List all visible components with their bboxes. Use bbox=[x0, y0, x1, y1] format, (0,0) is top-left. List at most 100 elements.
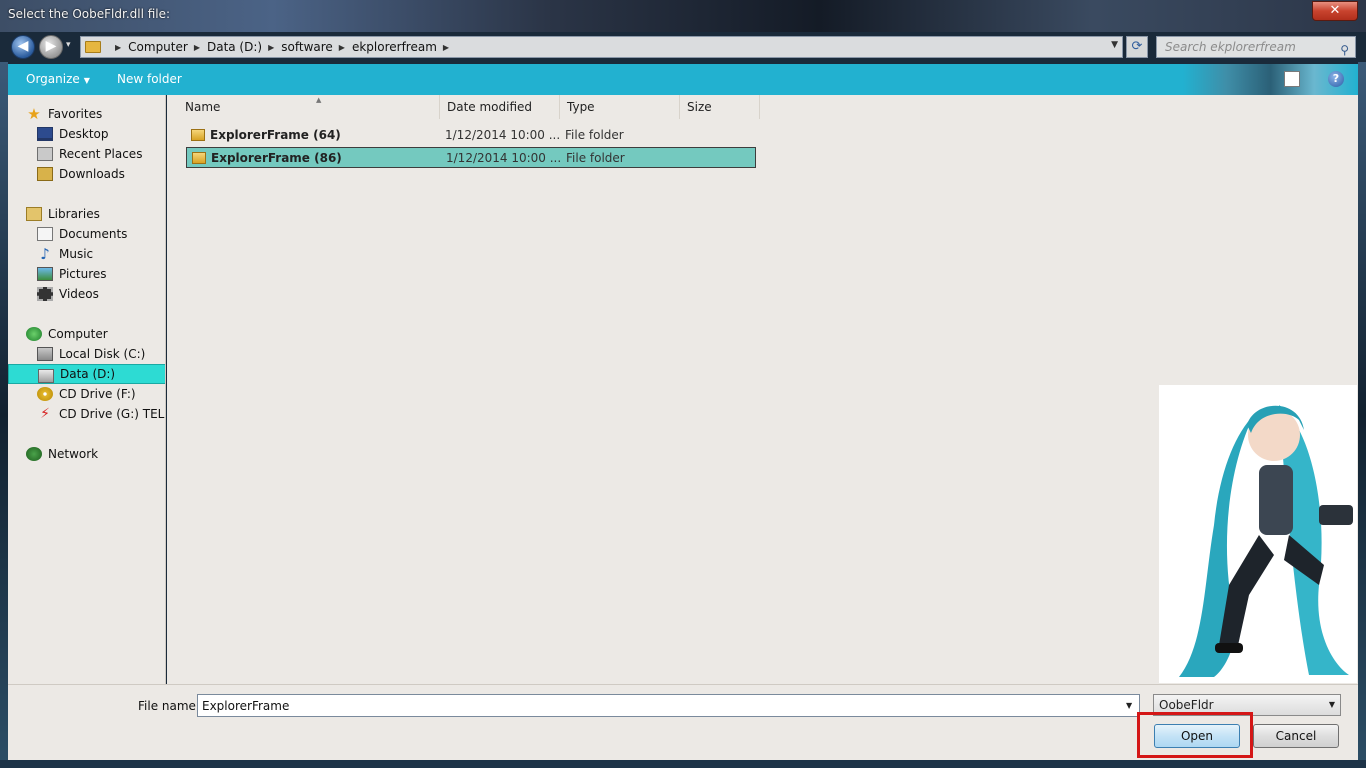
table-row[interactable]: ExplorerFrame (86) 1/12/2014 10:00 ... F… bbox=[186, 147, 756, 168]
sidebar-item-label: CD Drive (G:) TELI bbox=[59, 407, 166, 421]
window-title: Select the OobeFldr.dll file: bbox=[8, 7, 171, 21]
sidebar-item-desktop[interactable]: Desktop bbox=[8, 124, 165, 144]
sidebar-item-label: Music bbox=[59, 247, 94, 261]
navigation-pane[interactable]: ★ Favorites Desktop Recent Places Downlo… bbox=[8, 95, 166, 684]
help-icon[interactable]: ? bbox=[1328, 71, 1344, 87]
cancel-button[interactable]: Cancel bbox=[1253, 724, 1339, 748]
command-toolbar: Organize ▼ New folder ? bbox=[8, 64, 1358, 95]
back-button[interactable]: ◀ bbox=[11, 35, 35, 59]
chevron-right-icon[interactable]: ▶ bbox=[194, 43, 200, 52]
sidebar-item-computer[interactable]: Computer bbox=[8, 324, 165, 344]
sidebar-item-label: Data (D:) bbox=[60, 367, 116, 381]
cd-drive-icon bbox=[37, 387, 53, 401]
sidebar-item-label: Pictures bbox=[59, 267, 107, 281]
file-name-input[interactable] bbox=[197, 694, 1140, 717]
column-header-label: Type bbox=[567, 100, 595, 114]
chevron-right-icon[interactable]: ▶ bbox=[443, 43, 449, 52]
favorites-group: ★ Favorites Desktop Recent Places Downlo… bbox=[8, 104, 165, 184]
breadcrumb-computer[interactable]: Computer bbox=[128, 40, 188, 54]
chevron-right-icon[interactable]: ▶ bbox=[339, 43, 345, 52]
address-dropdown-icon[interactable]: ▼ bbox=[1111, 40, 1118, 50]
sidebar-item-cd-drive-f[interactable]: CD Drive (F:) bbox=[8, 384, 165, 404]
column-header-type[interactable]: Type bbox=[560, 95, 680, 119]
sidebar-item-label: Favorites bbox=[48, 107, 103, 121]
dialog-footer: File name: ▼ OobeFldr ▼ Open Cancel bbox=[8, 684, 1358, 760]
column-header-label: Size bbox=[687, 100, 712, 114]
desktop-icon bbox=[37, 127, 53, 141]
pictures-icon bbox=[37, 267, 53, 281]
hard-drive-icon bbox=[38, 369, 54, 383]
music-note-icon: ♪ bbox=[40, 245, 50, 263]
sidebar-item-label: Desktop bbox=[59, 127, 109, 141]
search-icon[interactable]: ⚲ bbox=[1340, 40, 1349, 60]
sidebar-item-recent-places[interactable]: Recent Places bbox=[8, 144, 165, 164]
file-list-pane[interactable]: Name ▲ Date modified Type Size ExplorerF… bbox=[167, 95, 1358, 684]
sidebar-item-videos[interactable]: Videos bbox=[8, 284, 165, 304]
column-header-date-modified[interactable]: Date modified bbox=[440, 95, 560, 119]
refresh-button[interactable]: ⟳ bbox=[1126, 36, 1148, 58]
window-frame-bottom bbox=[0, 760, 1366, 768]
sidebar-item-label: Local Disk (C:) bbox=[59, 347, 146, 361]
sort-ascending-icon: ▲ bbox=[316, 96, 322, 104]
cd-drive-autoplay-icon: ⚡ bbox=[40, 406, 50, 422]
column-header-name[interactable]: Name ▲ bbox=[178, 95, 440, 119]
breadcrumb-software[interactable]: software bbox=[281, 40, 333, 54]
sidebar-item-libraries[interactable]: Libraries bbox=[8, 204, 165, 224]
sidebar-item-music[interactable]: ♪ Music bbox=[8, 244, 165, 264]
address-bar[interactable]: ▶ Computer ▶ Data (D:) ▶ software ▶ ekpl… bbox=[80, 36, 1123, 58]
column-header-label: Date modified bbox=[447, 100, 533, 114]
chevron-right-icon[interactable]: ▶ bbox=[268, 43, 274, 52]
breadcrumb: ▶ Computer ▶ Data (D:) ▶ software ▶ ekpl… bbox=[109, 40, 456, 54]
sidebar-item-cd-drive-g[interactable]: ⚡ CD Drive (G:) TELI bbox=[8, 404, 166, 424]
title-bar: Select the OobeFldr.dll file: ✕ bbox=[0, 0, 1366, 32]
sidebar-item-label: Downloads bbox=[59, 167, 125, 181]
film-strip-icon bbox=[37, 287, 53, 301]
recent-pages-dropdown[interactable]: ▾ bbox=[66, 40, 71, 50]
sidebar-item-downloads[interactable]: Downloads bbox=[8, 164, 165, 184]
forward-button[interactable]: ▶ bbox=[39, 35, 63, 59]
window-frame-right bbox=[1358, 62, 1366, 768]
refresh-icon: ⟳ bbox=[1131, 39, 1143, 54]
sidebar-item-label: Documents bbox=[59, 227, 128, 241]
computer-group: Computer Local Disk (C:) Data (D:) CD Dr… bbox=[8, 324, 166, 424]
chevron-right-icon[interactable]: ▶ bbox=[115, 43, 121, 52]
type-cell: File folder bbox=[566, 151, 625, 165]
star-icon: ★ bbox=[27, 105, 41, 123]
chevron-down-icon[interactable]: ▼ bbox=[1126, 701, 1132, 710]
back-arrow-icon: ◀ bbox=[17, 38, 29, 54]
breadcrumb-data-d[interactable]: Data (D:) bbox=[207, 40, 262, 54]
recent-places-icon bbox=[37, 147, 53, 161]
sidebar-item-label: Recent Places bbox=[59, 147, 143, 161]
search-box[interactable]: ⚲ bbox=[1156, 36, 1356, 58]
chevron-down-icon: ▼ bbox=[83, 76, 90, 85]
computer-icon bbox=[26, 327, 42, 341]
folder-icon bbox=[192, 152, 206, 164]
close-icon: ✕ bbox=[1329, 3, 1341, 18]
network-icon bbox=[26, 447, 42, 461]
date-modified-cell: 1/12/2014 10:00 ... bbox=[445, 128, 561, 142]
window-frame-left bbox=[0, 62, 8, 768]
column-headers: Name ▲ Date modified Type Size bbox=[167, 95, 1358, 119]
sidebar-item-documents[interactable]: Documents bbox=[8, 224, 165, 244]
breadcrumb-ekplorerfream[interactable]: ekplorerfream bbox=[352, 40, 437, 54]
forward-arrow-icon: ▶ bbox=[45, 38, 57, 54]
file-name-cell: ExplorerFrame (64) bbox=[210, 128, 341, 142]
organize-label: Organize bbox=[26, 72, 80, 86]
sidebar-item-favorites[interactable]: ★ Favorites bbox=[8, 104, 165, 124]
folder-icon bbox=[85, 41, 101, 53]
new-folder-button[interactable]: New folder bbox=[117, 72, 182, 86]
sidebar-item-local-disk-c[interactable]: Local Disk (C:) bbox=[8, 344, 165, 364]
table-row[interactable]: ExplorerFrame (64) 1/12/2014 10:00 ... F… bbox=[186, 125, 756, 146]
sidebar-item-pictures[interactable]: Pictures bbox=[8, 264, 165, 284]
column-header-size[interactable]: Size bbox=[680, 95, 760, 119]
chevron-down-icon: ▼ bbox=[1328, 700, 1335, 709]
libraries-group: Libraries Documents ♪ Music Pictures Vid… bbox=[8, 204, 165, 304]
preview-pane-icon[interactable] bbox=[1284, 71, 1300, 87]
organize-menu-button[interactable]: Organize ▼ bbox=[26, 72, 90, 86]
sidebar-item-network[interactable]: Network bbox=[8, 444, 165, 464]
open-button[interactable]: Open bbox=[1154, 724, 1240, 748]
close-button[interactable]: ✕ bbox=[1312, 1, 1358, 21]
file-name-cell: ExplorerFrame (86) bbox=[211, 151, 342, 165]
sidebar-item-data-d[interactable]: Data (D:) bbox=[8, 364, 165, 384]
search-input[interactable] bbox=[1165, 40, 1335, 54]
